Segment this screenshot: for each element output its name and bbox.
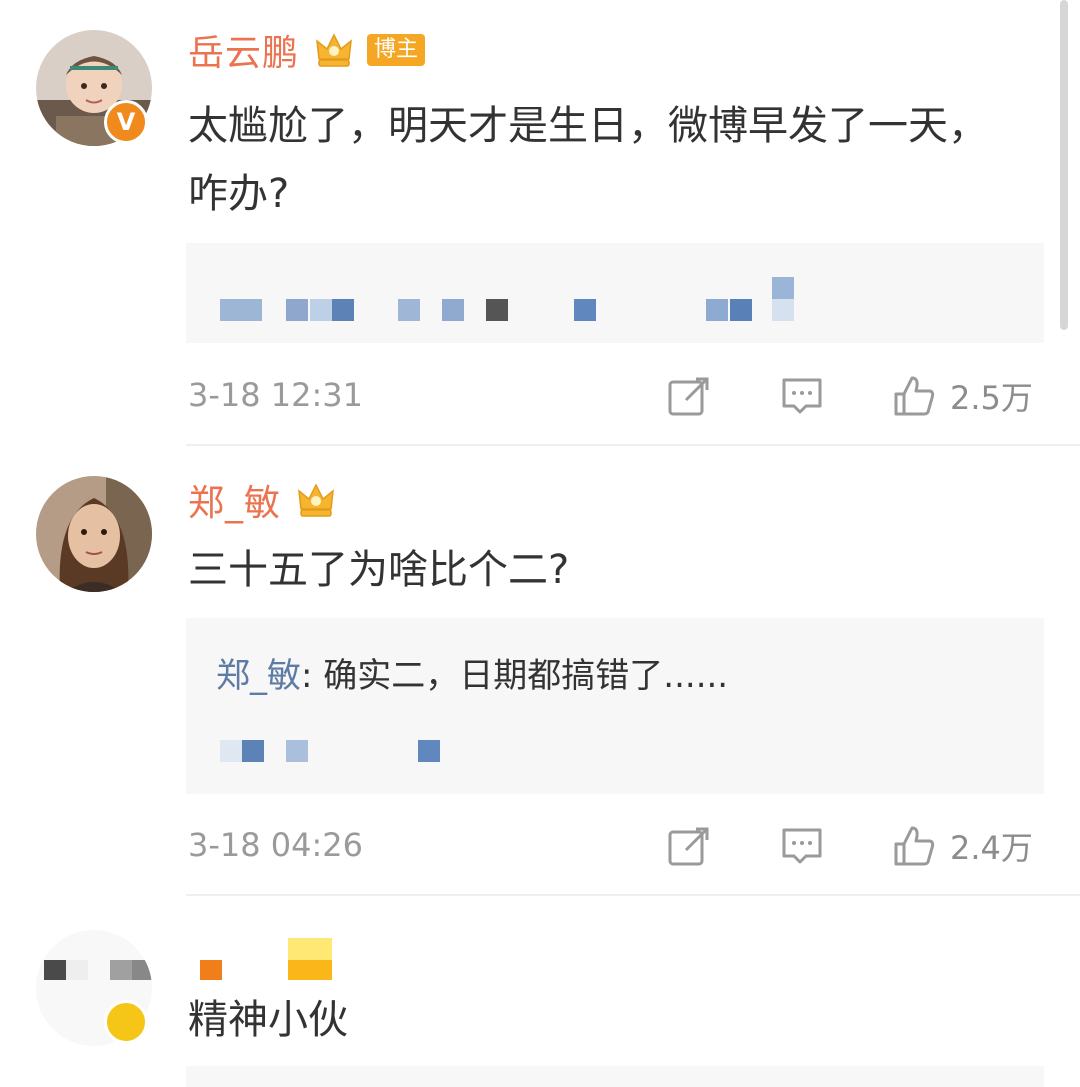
reply-box[interactable]: 郑_敏: 确实二，日期都搞错了...... (186, 618, 1044, 794)
comment-text: 三十五了为啥比个二? (188, 547, 570, 593)
comment-meta: 3-18 04:26 2.4万 (188, 822, 1044, 872)
like-button[interactable]: 2.4万 (892, 824, 1033, 868)
comment-icon (782, 828, 822, 864)
reply-username[interactable]: 郑_敏 (216, 656, 301, 696)
user-row: 岳云鹏 博主 (188, 24, 426, 76)
reply-text: 确实二，日期都搞错了...... (323, 656, 729, 696)
verified-badge-icon (104, 1000, 148, 1044)
comment-text: 精神小伙 (188, 997, 348, 1043)
crown-icon[interactable] (295, 479, 337, 521)
blogger-tag: 博主 (367, 34, 426, 66)
comment-button[interactable] (780, 824, 824, 868)
verified-badge-icon: V (104, 100, 148, 144)
comment-time: 3-18 12:31 (188, 376, 364, 414)
redacted-reply (218, 740, 478, 762)
like-count: 2.4万 (950, 829, 1033, 867)
repost-button[interactable] (666, 374, 710, 418)
repost-icon (668, 827, 709, 866)
comment-meta: 3-18 12:31 2.5万 (188, 372, 1044, 422)
repost-icon (668, 377, 709, 416)
reply-box[interactable] (186, 243, 1044, 343)
divider (186, 444, 1080, 446)
reply-separator: : (301, 656, 324, 696)
like-button[interactable]: 2.5万 (892, 374, 1033, 418)
reply-box[interactable] (186, 1066, 1044, 1087)
avatar[interactable] (36, 476, 152, 592)
scrollbar[interactable] (1060, 0, 1068, 330)
like-count: 2.5万 (950, 379, 1033, 417)
user-row: 郑_敏 (188, 476, 337, 524)
repost-button[interactable] (666, 824, 710, 868)
comment-feed: V 岳云鹏 博主 太尴尬了，明天才是生日，微博早发了一天，咋办? 3-18 12… (0, 0, 1080, 1087)
redacted-reply (218, 277, 838, 321)
username[interactable]: 岳云鹏 (188, 24, 299, 76)
divider (186, 894, 1080, 896)
like-icon (894, 826, 935, 866)
comment-button[interactable] (780, 374, 824, 418)
redacted-username (196, 938, 346, 982)
comment-time: 3-18 04:26 (188, 826, 364, 864)
comment-text: 太尴尬了，明天才是生日，微博早发了一天，咋办? (188, 103, 988, 217)
reply-line: 郑_敏: 确实二，日期都搞错了...... (216, 648, 728, 697)
like-icon (894, 376, 935, 416)
crown-icon[interactable] (313, 29, 355, 71)
comment-icon (782, 378, 822, 414)
username[interactable]: 郑_敏 (188, 474, 281, 526)
